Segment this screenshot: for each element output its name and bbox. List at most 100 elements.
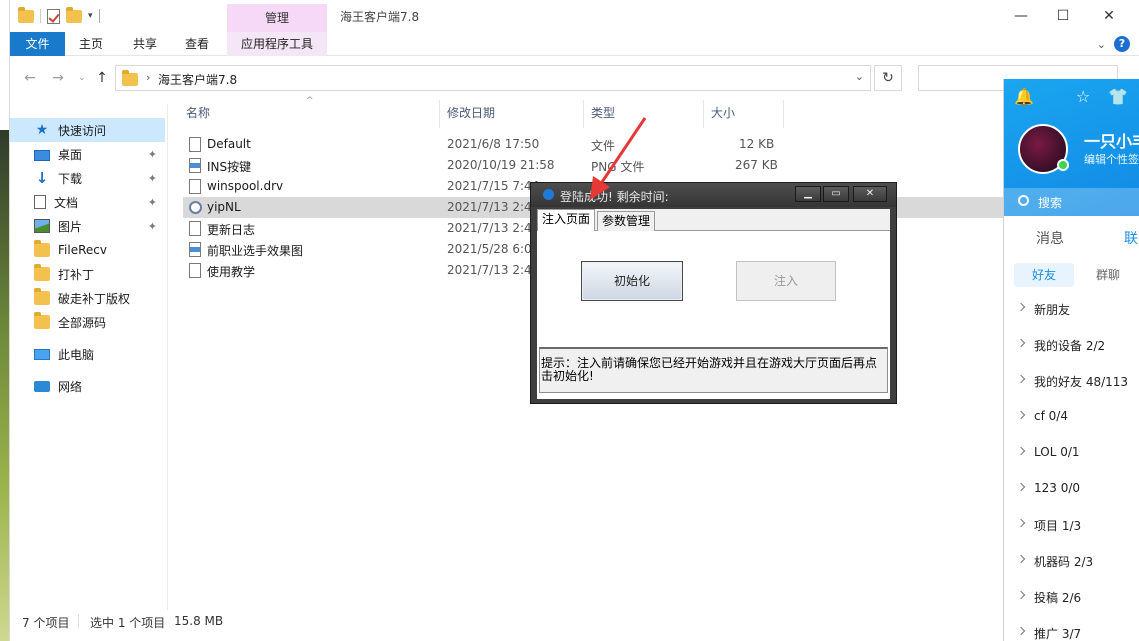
bell-icon[interactable]: 🔔 xyxy=(1014,87,1034,106)
list-item[interactable]: 推广 3/7 xyxy=(1004,618,1139,641)
close-button[interactable]: ✕ xyxy=(853,186,887,202)
chevron-right-icon xyxy=(1016,374,1026,384)
navigation-pane: ★ 快速访问 桌面 ✦ ↓ 下载 ✦ 文档 ✦ 图片 ✦ FileRecv 打补… xyxy=(10,104,168,610)
separator xyxy=(98,9,100,23)
list-item[interactable]: 123 0/0 xyxy=(1004,474,1139,510)
file-date: 2021/7/13 2:43 xyxy=(447,221,540,235)
file-date: 2021/7/15 7:44 xyxy=(447,179,540,193)
folder-icon xyxy=(34,264,50,281)
tab-app-tools[interactable]: 应用程序工具 xyxy=(227,32,327,56)
file-size: 12 KB xyxy=(739,137,775,151)
sidebar-item-all-source[interactable]: 全部源码 xyxy=(10,310,165,334)
list-item[interactable]: cf 0/4 xyxy=(1004,402,1139,438)
column-header-size[interactable]: 大小 xyxy=(711,104,735,121)
title-bar: ▾ 管理 海王客户端7.8 — ☐ ✕ xyxy=(10,0,1139,32)
column-header-name[interactable]: 名称 xyxy=(186,104,210,121)
search-placeholder: 搜索 xyxy=(1038,196,1063,210)
maximize-button[interactable]: ▭ xyxy=(823,186,849,202)
pin-icon[interactable]: ✦ xyxy=(148,148,157,161)
pin-icon[interactable]: ✦ xyxy=(148,172,157,185)
refresh-icon[interactable]: ↻ xyxy=(874,65,902,91)
file-date: 2020/10/19 21:58 xyxy=(447,158,555,172)
separator xyxy=(40,9,41,23)
column-header-date[interactable]: 修改日期 xyxy=(447,104,495,121)
tab-friends[interactable]: 好友 xyxy=(1014,263,1074,287)
sidebar-item-downloads[interactable]: ↓ 下载 ✦ xyxy=(10,166,165,190)
group-label: 我的好友 48/113 xyxy=(1034,375,1129,389)
chevron-down-icon[interactable]: ⌄ xyxy=(855,70,864,83)
customize-dropdown-icon[interactable]: ▾ xyxy=(88,11,93,21)
qq-search-input[interactable]: 搜索 xyxy=(1004,188,1139,216)
list-item[interactable]: 机器码 2/3 xyxy=(1004,546,1139,582)
minimize-button[interactable]: ▁ xyxy=(795,186,821,202)
list-item[interactable]: LOL 0/1 xyxy=(1004,438,1139,474)
qq-panel: 🔔 ☆ 👕 一只小丰 编辑个性签 搜索 消息 联 好友 群聊 新朋友 我的设备 … xyxy=(1003,79,1139,641)
list-item[interactable]: 项目 1/3 xyxy=(1004,510,1139,546)
inject-button[interactable]: 注入 xyxy=(736,261,836,301)
list-item[interactable]: 投稿 2/6 xyxy=(1004,582,1139,618)
sidebar-item-desktop[interactable]: 桌面 ✦ xyxy=(10,142,165,166)
minimize-button[interactable]: — xyxy=(998,0,1044,32)
sidebar-item-patch[interactable]: 打补丁 xyxy=(10,262,165,286)
tab-messages[interactable]: 消息 xyxy=(1036,228,1064,248)
list-item[interactable]: 新朋友 xyxy=(1004,294,1139,330)
file-name: winspool.drv xyxy=(207,179,284,193)
new-folder-icon[interactable] xyxy=(66,6,82,23)
sidebar-item-network[interactable]: 网络 xyxy=(10,374,165,398)
tab-inject-page[interactable]: 注入页面 xyxy=(537,209,596,232)
properties-icon[interactable] xyxy=(47,8,60,24)
file-name: INS按键 xyxy=(207,160,252,174)
address-path[interactable]: 海王客户端7.8 xyxy=(158,71,237,88)
tab-parameters[interactable]: 参数管理 xyxy=(597,211,656,231)
list-item[interactable]: 我的设备 2/2 xyxy=(1004,330,1139,366)
sidebar-item-filerecv[interactable]: FileRecv xyxy=(10,238,165,262)
sidebar-item-documents[interactable]: 文档 ✦ xyxy=(10,190,165,214)
column-separator[interactable] xyxy=(439,100,440,128)
group-label: LOL 0/1 xyxy=(1034,445,1080,459)
initialize-button[interactable]: 初始化 xyxy=(581,261,683,301)
pin-icon[interactable]: ✦ xyxy=(148,220,157,233)
tab-view[interactable]: 查看 xyxy=(174,32,220,56)
file-icon xyxy=(189,263,201,278)
app-icon xyxy=(543,189,554,200)
status-bar: 7 个项目 选中 1 个项目 15.8 MB xyxy=(10,610,1139,641)
help-icon[interactable]: ? xyxy=(1114,36,1130,52)
online-status-icon[interactable] xyxy=(1057,159,1069,171)
manage-context-tab[interactable]: 管理 xyxy=(227,4,327,32)
qq-header: 🔔 ☆ 👕 一只小丰 编辑个性签 搜索 xyxy=(1004,79,1139,216)
red-arrow-annotation xyxy=(590,117,647,200)
tab-file[interactable]: 文件 xyxy=(10,32,65,56)
close-button[interactable]: ✕ xyxy=(1086,0,1132,32)
sidebar-item-label: FileRecv xyxy=(58,243,107,257)
qq-signature[interactable]: 编辑个性签 xyxy=(1084,151,1139,167)
shirt-icon[interactable]: 👕 xyxy=(1108,87,1128,106)
expand-ribbon-icon[interactable]: ⌄ xyxy=(1097,38,1106,51)
sidebar-item-patch-copyright[interactable]: 破走补丁版权 xyxy=(10,286,165,310)
hint-text: 提示：注入前请确保您已经开始游戏并且在游戏大厅页面后再点击初始化! xyxy=(539,347,888,393)
picture-icon xyxy=(34,219,50,233)
tab-groups[interactable]: 群聊 xyxy=(1096,263,1120,287)
sidebar-item-label: 桌面 xyxy=(58,147,83,162)
tab-contacts[interactable]: 联 xyxy=(1124,228,1138,248)
up-arrow-icon[interactable]: ↑ xyxy=(92,68,112,88)
status-size: 15.8 MB xyxy=(174,614,224,628)
pin-icon[interactable]: ✦ xyxy=(148,196,157,209)
forward-arrow-icon[interactable]: → xyxy=(48,68,68,88)
chevron-right-icon[interactable]: › xyxy=(146,71,150,84)
tab-share[interactable]: 共享 xyxy=(122,32,168,56)
sidebar-item-quick-access[interactable]: ★ 快速访问 xyxy=(10,118,165,142)
sidebar-item-this-pc[interactable]: 此电脑 xyxy=(10,342,165,366)
chevron-right-icon xyxy=(1016,410,1026,420)
column-separator[interactable] xyxy=(703,100,704,128)
column-separator[interactable] xyxy=(783,100,784,128)
maximize-button[interactable]: ☐ xyxy=(1040,0,1086,32)
qq-nickname[interactable]: 一只小丰 xyxy=(1084,128,1139,152)
list-item[interactable]: 我的好友 48/113 xyxy=(1004,366,1139,402)
address-input[interactable]: › 海王客户端7.8 ⌄ xyxy=(115,65,871,91)
sidebar-item-pictures[interactable]: 图片 ✦ xyxy=(10,214,165,238)
recent-dropdown-icon[interactable]: ⌄ xyxy=(72,68,92,88)
tab-home[interactable]: 主页 xyxy=(68,32,114,56)
group-label: 新朋友 xyxy=(1034,303,1071,317)
back-arrow-icon[interactable]: ← xyxy=(20,68,40,88)
star-icon[interactable]: ☆ xyxy=(1076,87,1090,106)
